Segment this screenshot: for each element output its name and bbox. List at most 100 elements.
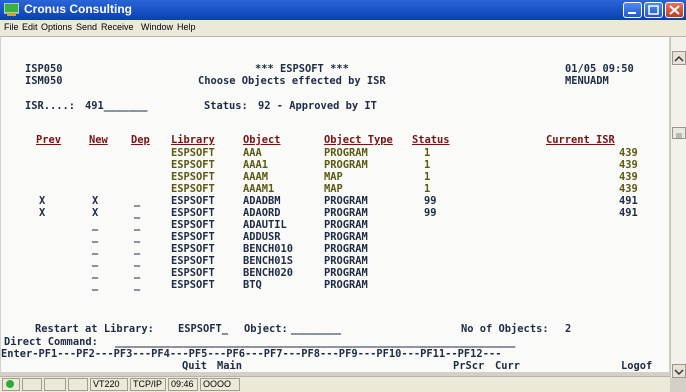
dep-marker[interactable]: _ (134, 219, 140, 231)
new-marker[interactable]: X (92, 195, 98, 207)
menu-help[interactable]: Help (177, 22, 196, 32)
menu-window[interactable]: Window (141, 22, 173, 32)
restart-library-input[interactable]: ESPSOFT_ (178, 323, 228, 335)
menu-send[interactable]: Send (76, 22, 97, 32)
prev-marker[interactable]: X (39, 207, 45, 219)
isr-label: ISR....: (25, 100, 76, 112)
minimize-button[interactable] (623, 2, 642, 18)
new-marker[interactable]: _ (92, 267, 98, 279)
col-current-isr: Current ISR (546, 134, 615, 146)
object-type: MAP (324, 171, 343, 183)
library: ESPSOFT (171, 255, 215, 267)
status-bar: VT220 TCP/IP 09:46 OOOO (0, 376, 670, 392)
clock: 09:46 (168, 378, 198, 391)
col-prev: Prev (36, 134, 62, 146)
object-name: ADADBM (243, 195, 281, 207)
library: ESPSOFT (171, 231, 215, 243)
col-dep: Dep (131, 134, 150, 146)
pf-key-line: Enter-PF1---PF2---PF3---PF4---PF5---PF6-… (1, 348, 502, 360)
prev-marker[interactable]: X (39, 195, 45, 207)
object-name: ADAUTIL (243, 219, 287, 231)
object-name: AAAM1 (243, 183, 275, 195)
terminal-screen[interactable]: ISP050 ISM050 *** ESPSOFT *** Choose Obj… (1, 37, 669, 372)
protocol: TCP/IP (130, 378, 166, 391)
object-type: PROGRAM (324, 279, 368, 291)
library: ESPSOFT (171, 279, 215, 291)
direct-command-input[interactable]: ________________________________________… (115, 336, 515, 348)
emulation-type: VT220 (90, 378, 128, 391)
pf3-quit[interactable]: Quit (182, 360, 207, 372)
object-type: PROGRAM (324, 243, 368, 255)
library: ESPSOFT (171, 171, 215, 183)
object-name: AAA1 (243, 159, 269, 171)
new-marker[interactable]: X (92, 207, 98, 219)
dep-marker[interactable]: _ (134, 243, 140, 255)
status-code: 99 (424, 207, 437, 219)
isr-input[interactable]: 491_______ (85, 100, 148, 112)
restart-object-input[interactable]: ________ (291, 323, 341, 335)
scroll-up-button[interactable] (672, 51, 686, 65)
close-button[interactable] (665, 2, 684, 18)
status-cell-2 (44, 378, 66, 391)
menu-file[interactable]: File (4, 22, 19, 32)
count-label: No of Objects: (461, 323, 549, 335)
close-icon (669, 5, 680, 15)
object-type: PROGRAM (324, 219, 368, 231)
library: ESPSOFT (171, 207, 215, 219)
new-marker[interactable]: _ (92, 243, 98, 255)
dep-marker[interactable]: _ (134, 267, 140, 279)
pf10-curr[interactable]: Curr (495, 360, 520, 372)
library: ESPSOFT (171, 267, 215, 279)
connection-status-icon (6, 380, 14, 388)
scroll-down-button[interactable] (672, 364, 686, 378)
scroll-thumb[interactable] (672, 127, 686, 139)
dep-marker[interactable]: _ (134, 207, 140, 219)
menu-options[interactable]: Options (41, 22, 72, 32)
status-code: 1 (424, 147, 431, 159)
menu-edit[interactable]: Edit (22, 22, 38, 32)
screen-id: ISM050 (25, 75, 63, 87)
new-marker[interactable]: _ (92, 231, 98, 243)
arrow-down-icon (674, 369, 684, 376)
status-label: Status: (204, 100, 248, 112)
status-code: 1 (424, 183, 431, 195)
object-type: PROGRAM (324, 195, 368, 207)
new-marker[interactable]: _ (92, 219, 98, 231)
pf12-logof[interactable]: Logof (621, 360, 652, 372)
library: ESPSOFT (171, 195, 215, 207)
col-library: Library (171, 134, 215, 146)
library: ESPSOFT (171, 147, 215, 159)
terminal-app-icon (4, 3, 19, 16)
vertical-scrollbar[interactable] (670, 37, 686, 378)
connection-cell (2, 378, 20, 391)
status-cell-1 (22, 378, 42, 391)
object-type: PROGRAM (324, 147, 368, 159)
maximize-button[interactable] (644, 2, 663, 18)
library: ESPSOFT (171, 219, 215, 231)
restart-label: Restart at Library: (35, 323, 154, 335)
dep-marker[interactable]: _ (134, 231, 140, 243)
object-name: BTQ (243, 279, 262, 291)
object-name: ADDUSR (243, 231, 281, 243)
pf9-prscr[interactable]: PrScr (453, 360, 484, 372)
arrow-up-icon (674, 55, 684, 62)
menu-receive[interactable]: Receive (101, 22, 134, 32)
new-marker[interactable]: _ (92, 279, 98, 291)
dep-marker[interactable]: _ (134, 279, 140, 291)
object-name: AAAM (243, 171, 269, 183)
title-bar[interactable]: Cronus Consulting (0, 0, 686, 20)
new-marker[interactable]: _ (92, 255, 98, 267)
dep-marker[interactable]: _ (134, 255, 140, 267)
dep-marker[interactable]: _ (134, 195, 140, 207)
object-type: PROGRAM (324, 159, 368, 171)
menu-id: MENUADM (565, 75, 609, 87)
banner: *** ESPSOFT *** (255, 63, 349, 75)
object-name: BENCH020 (243, 267, 294, 279)
maximize-icon (648, 5, 659, 15)
object-name: BENCH01S (243, 255, 294, 267)
pf4-main[interactable]: Main (217, 360, 242, 372)
object-name: ADAORD (243, 207, 281, 219)
current-isr: 439 (619, 183, 638, 195)
current-isr: 491 (619, 207, 638, 219)
minimize-icon (628, 12, 636, 14)
